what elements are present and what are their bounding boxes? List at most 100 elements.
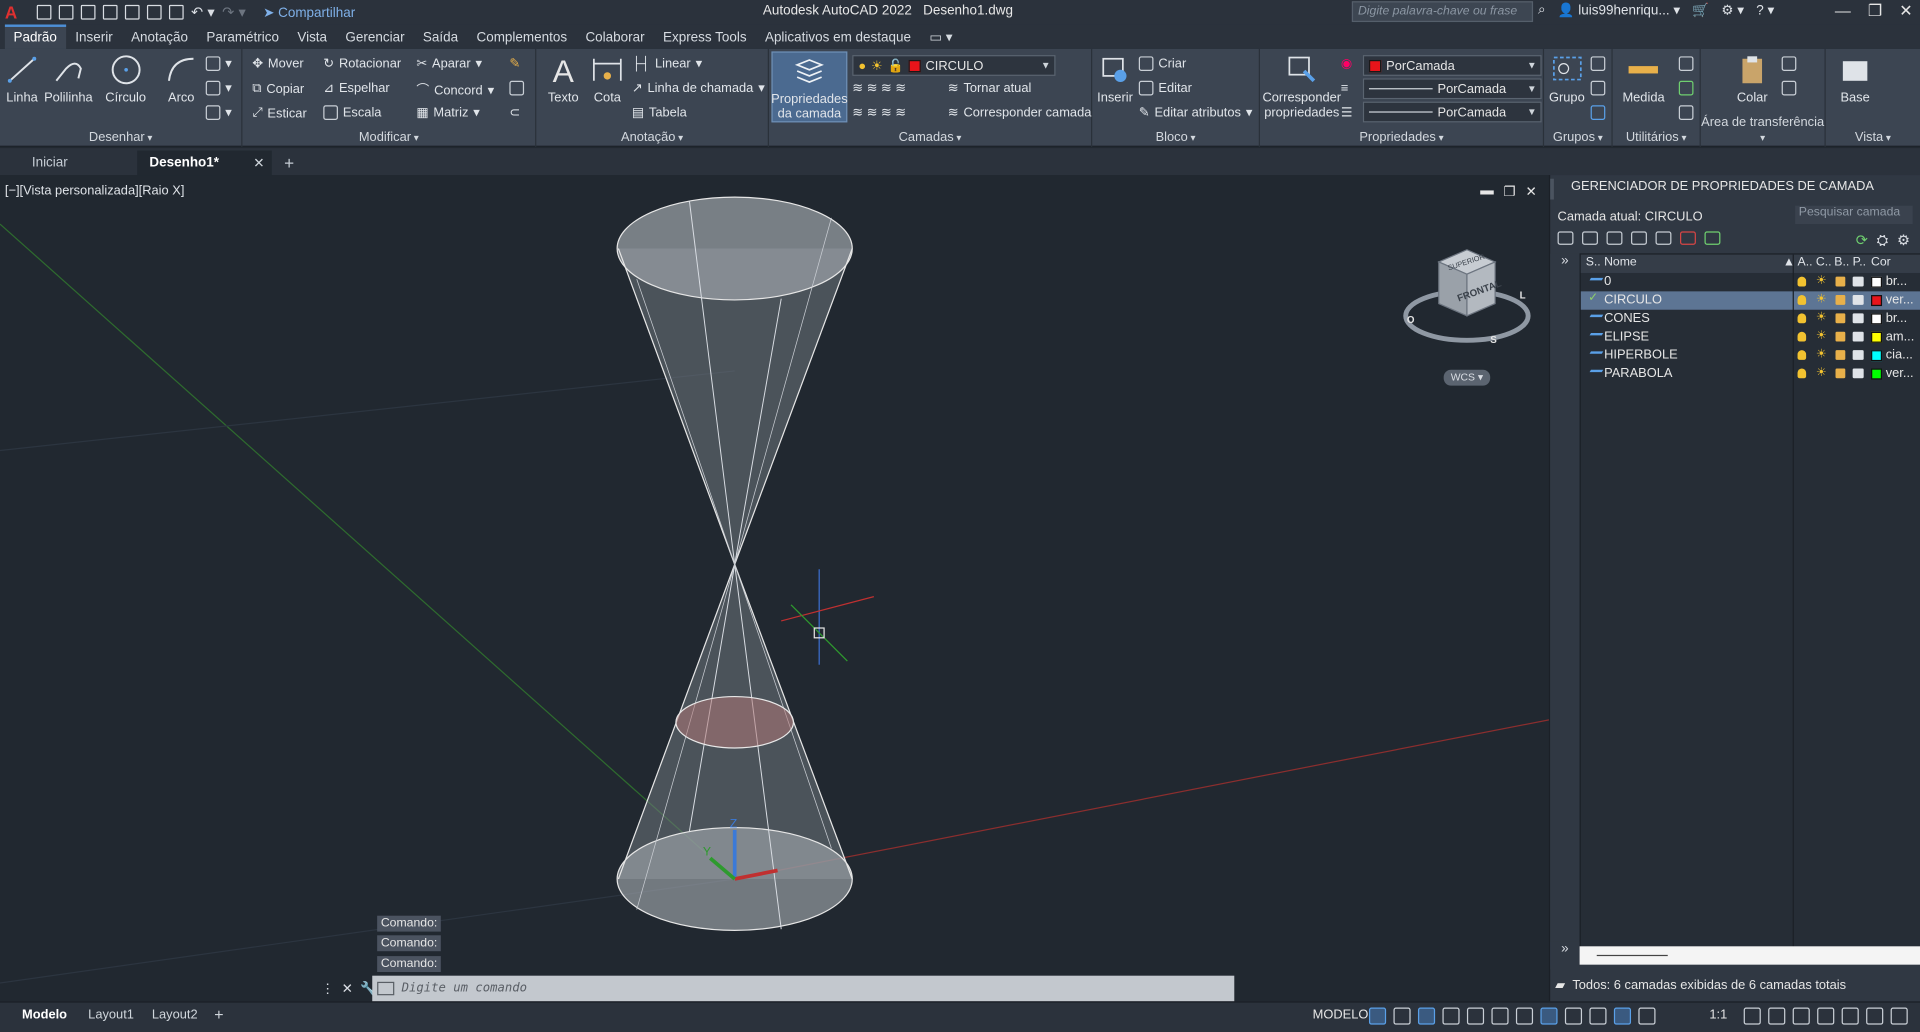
object-snap-tracking-icon[interactable] [1515,1007,1534,1025]
layer-name[interactable]: 0 [1604,274,1611,289]
layer-on-icon[interactable] [1797,368,1807,379]
measure-button[interactable]: Medida [1622,54,1665,105]
fullscreen-icon[interactable] [1866,1007,1884,1025]
isolate-objects-icon[interactable] [1841,1007,1859,1025]
undo-icon[interactable]: ↶ ▾ [191,4,215,21]
layer-plot-icon[interactable] [1852,276,1864,287]
col-lock[interactable]: B.. [1834,256,1849,269]
tab-padrao[interactable]: Padrão [4,24,67,49]
calculator-icon[interactable] [1678,105,1694,120]
utilities-group-title[interactable]: Utilitários [1613,130,1700,145]
ortho-icon[interactable] [1442,1007,1460,1025]
help-icon[interactable]: ? ▾ [1756,2,1774,19]
share-button[interactable]: ➤ Compartilhar [263,4,355,21]
drawing-viewport[interactable]: Z Y [−][Vista personalizada][Raio X] ▬ ❐… [0,175,1549,1002]
layer-lock-icon[interactable] [1835,331,1846,342]
layer-color-swatch[interactable] [1871,368,1883,380]
layer-row[interactable]: ✓ CIRCULO ☀ ver... [1580,291,1920,310]
edit-attributes-button[interactable]: ✎ Editar atributos ▾ [1139,105,1253,120]
workspace-gear-icon[interactable] [1743,1007,1761,1025]
layer-plot-icon[interactable] [1852,368,1864,379]
layer-color-swatch[interactable] [1871,276,1883,288]
layer-lock-icon[interactable] [1835,313,1846,324]
close-icon[interactable]: ✕ [1899,1,1912,21]
col-color[interactable]: Cor [1871,256,1891,269]
group-select-icon[interactable] [1590,105,1606,120]
search-icon[interactable]: ⌕ [1538,2,1546,18]
upper-cone[interactable] [616,196,853,565]
autocad-logo-icon[interactable]: A [5,2,29,22]
mirror-button[interactable]: ⊿ Espelhar [323,81,389,96]
command-prompt-icon[interactable] [377,981,395,996]
3d-osnap-icon[interactable] [1564,1007,1583,1025]
draw-group-title[interactable]: Desenhar [0,130,241,145]
tab-vista[interactable]: Vista [289,27,337,49]
gear-icon[interactable]: ⚙ [1897,231,1910,249]
lineweight-dropdown[interactable]: PorCamada ▼ [1362,101,1542,123]
new-layer-vp-icon[interactable] [1631,231,1647,245]
model-space-toggle[interactable]: MODELO [1313,1008,1369,1023]
scroll-thumb[interactable] [1596,954,1668,957]
plot-icon[interactable] [168,4,184,20]
tab-model[interactable]: Modelo [17,1006,72,1023]
text-button[interactable]: A Texto [546,54,580,105]
tab-complementos[interactable]: Complementos [468,27,577,49]
group-button[interactable]: Grupo [1549,54,1585,105]
cart-icon[interactable]: 🛒 [1692,2,1709,19]
delete-layer-icon[interactable] [1680,231,1696,245]
layer-tools-row-1[interactable]: ≋ ≋ ≋ ≋ [852,81,906,96]
layer-row[interactable]: PARABOLA ☀ ver... [1581,365,1920,383]
layer-plot-icon[interactable] [1852,295,1864,305]
layer-name[interactable]: CIRCULO [1604,293,1662,308]
tab-colaborar[interactable]: Colaborar [577,27,655,49]
col-name[interactable]: Nome [1604,256,1637,269]
base-view-button[interactable]: Base [1838,54,1872,105]
linear-dim-button[interactable]: ├┤ Linear ▾ [632,56,702,71]
tab-saida[interactable]: Saída [414,27,468,49]
circle-button[interactable]: Círculo [105,54,146,105]
stretch-button[interactable]: ⤢ Esticar [252,105,306,121]
layer-states-icon[interactable] [1655,231,1672,245]
layer-lock-icon[interactable] [1835,295,1846,305]
block-group-title[interactable]: Bloco [1092,130,1259,145]
a360-icon[interactable]: ⚙ ▾ [1721,2,1744,19]
tab-anotacao[interactable]: Anotação [123,27,198,49]
select-all-icon[interactable] [1678,80,1694,96]
tab-aplicativos[interactable]: Aplicativos em destaque [756,27,920,49]
layer-on-icon[interactable] [1797,350,1807,360]
save-web-icon[interactable] [146,4,162,20]
open-web-icon[interactable] [124,4,140,20]
view-group-title[interactable]: Vista [1826,130,1920,145]
quick-properties-icon[interactable] [1817,1007,1835,1025]
redo-icon[interactable]: ↷ ▾ [222,4,246,21]
match-properties-button[interactable]: Corresponder propriedades [1262,54,1341,120]
rectangle-button[interactable]: ▾ [205,56,232,72]
minimize-icon[interactable]: — [1835,1,1851,21]
auto-scale-icon[interactable] [1638,1007,1656,1025]
col-status[interactable]: S.. [1586,256,1601,269]
layer-row[interactable]: ELIPSE ☀ am... [1581,328,1920,346]
help-search-input[interactable]: Digite palavra-chave ou frase [1351,1,1534,23]
explode-button[interactable] [509,80,525,96]
move-button[interactable]: ✥ Mover [252,56,303,71]
layer-name[interactable]: ELIPSE [1604,329,1649,344]
tab-iniciar[interactable]: Iniciar [20,151,138,175]
layer-plot-icon[interactable] [1852,350,1864,360]
layer-color-swatch[interactable] [1871,295,1883,307]
group-edit-icon[interactable] [1590,80,1606,96]
col-freeze[interactable]: C.. [1816,256,1832,269]
fillet-button[interactable]: ⌒ Concord ▾ [416,81,494,99]
viewport-minimize-icon[interactable]: ▬ [1480,184,1493,200]
create-block-button[interactable]: Criar [1138,56,1186,72]
wcs-menu[interactable]: WCS ▾ [1443,369,1491,386]
groups-group-title[interactable]: Grupos [1544,130,1611,145]
layer-freeze-icon[interactable]: ☀ [1816,274,1827,287]
arc-button[interactable]: Arco [164,54,198,105]
erase-button[interactable]: ✎ [509,56,520,71]
layer-freeze-icon[interactable]: ☀ [1816,311,1827,324]
layer-lock-icon[interactable] [1835,276,1846,287]
ungroup-icon[interactable] [1590,56,1606,72]
infer-icon[interactable] [1417,1007,1436,1025]
scale-button[interactable]: Escala [323,105,381,120]
layer-row[interactable]: 0 ☀ br... [1581,273,1920,291]
